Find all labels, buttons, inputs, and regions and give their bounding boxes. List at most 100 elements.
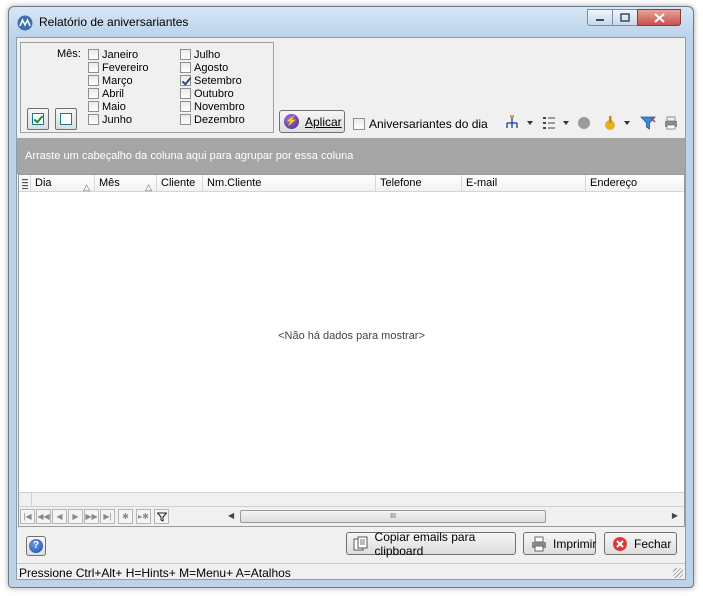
column-label: Nm.Cliente xyxy=(207,177,262,189)
horizontal-scrollbar[interactable]: ◀ III ▶ xyxy=(225,510,681,523)
month-checkbox-abril[interactable]: Abril xyxy=(88,87,124,100)
insert-record-icon[interactable]: ✱ xyxy=(118,509,133,524)
column-header-nm-cliente[interactable]: Nm.Cliente xyxy=(203,175,376,192)
last-page-icon[interactable]: ▶| xyxy=(100,509,115,524)
month-name: Fevereiro xyxy=(102,61,149,74)
month-name: Setembro xyxy=(194,74,242,87)
resize-grip-icon[interactable] xyxy=(673,568,683,578)
print-label: Imprimir xyxy=(553,536,597,551)
no-data-message: <Não há dados para mostrar> xyxy=(278,330,425,342)
checkbox[interactable] xyxy=(180,88,191,99)
column-chooser-button[interactable] xyxy=(19,175,31,192)
maximize-button[interactable] xyxy=(612,9,638,26)
grid-footer xyxy=(19,492,684,506)
tree-structure-icon xyxy=(506,115,518,128)
month-label: Mês: xyxy=(57,48,81,60)
close-button[interactable]: Fechar xyxy=(604,532,677,555)
month-name: Novembro xyxy=(194,100,245,113)
filter-icon[interactable] xyxy=(154,509,169,524)
month-checkbox-agosto[interactable]: Agosto xyxy=(180,61,228,74)
scroll-left-icon[interactable]: ◀ xyxy=(228,511,234,520)
month-name: Maio xyxy=(102,100,126,113)
funnel-icon xyxy=(156,512,167,522)
navigator-bar: |◀ ◀◀ ◀ ▶ ▶▶ ▶| ✱ ▸✱ ◀ III ▶ xyxy=(19,506,684,526)
close-window-button[interactable] xyxy=(637,9,681,26)
checkbox[interactable] xyxy=(88,62,99,73)
minimize-button[interactable] xyxy=(587,9,613,26)
next-page-icon[interactable]: ▶▶ xyxy=(84,509,99,524)
column-header-email[interactable]: E-mail xyxy=(462,175,586,192)
month-name: Julho xyxy=(194,48,221,61)
prev-record-icon[interactable]: ◀ xyxy=(52,509,67,524)
title-bar[interactable]: Relatório de aniversariantes xyxy=(9,7,693,37)
month-checkbox-marco[interactable]: Março xyxy=(88,74,133,87)
checkbox-checked[interactable] xyxy=(180,75,191,86)
checkbox[interactable] xyxy=(180,62,191,73)
status-bar: Pressione Ctrl+Alt+ H=Hints+ M=Menu+ A=A… xyxy=(17,563,685,580)
checkbox[interactable] xyxy=(88,114,99,125)
checkbox[interactable] xyxy=(180,114,191,125)
close-icon xyxy=(653,12,665,23)
group-by-panel[interactable]: Arraste um cabeçalho da coluna aqui para… xyxy=(17,138,685,174)
column-header-telefone[interactable]: Telefone xyxy=(376,175,462,192)
sort-triangle-icon: △ xyxy=(83,182,90,192)
filter-button[interactable] xyxy=(639,114,657,132)
append-record-icon[interactable]: ▸✱ xyxy=(136,509,151,524)
scrollbar-thumb[interactable]: III xyxy=(240,510,546,523)
chevron-down-icon[interactable] xyxy=(563,121,569,125)
scroll-right-icon[interactable]: ▶ xyxy=(672,511,678,520)
month-name: Dezembro xyxy=(194,113,245,126)
close-label: Fechar xyxy=(634,536,672,551)
data-grid[interactable]: Dia △ Mês △ Cliente Nm.Cliente Telefone E-… xyxy=(18,174,685,527)
group-tree-button[interactable] xyxy=(504,114,520,132)
month-checkbox-junho[interactable]: Junho xyxy=(88,113,132,126)
copy-emails-button[interactable]: Copiar emails para clipboard xyxy=(346,530,516,558)
checkbox[interactable] xyxy=(88,101,99,112)
month-checkbox-julho[interactable]: Julho xyxy=(180,48,220,61)
report-window: Relatório de aniversariantes Mês: Janeir… xyxy=(8,6,694,588)
circle-icon xyxy=(578,117,590,129)
month-checkbox-setembro[interactable]: Setembro xyxy=(180,74,242,87)
checkbox[interactable] xyxy=(88,75,99,86)
printer-icon xyxy=(530,536,548,552)
minimize-icon xyxy=(596,18,604,21)
select-all-button[interactable] xyxy=(27,108,49,130)
checkbox[interactable] xyxy=(88,88,99,99)
column-label: Dia xyxy=(35,177,52,189)
prev-page-icon[interactable]: ◀◀ xyxy=(36,509,51,524)
column-header-cliente[interactable]: Cliente xyxy=(157,175,203,192)
checkbox[interactable] xyxy=(88,49,99,60)
export-button[interactable] xyxy=(662,114,680,132)
checkbox[interactable] xyxy=(180,101,191,112)
deselect-all-button[interactable] xyxy=(55,108,77,130)
scroll-grip: III xyxy=(390,513,396,520)
month-checkbox-dezembro[interactable]: Dezembro xyxy=(180,113,245,126)
column-header-mes[interactable]: Mês △ xyxy=(95,175,157,192)
lightning-icon: ⚡ xyxy=(284,114,299,129)
chevron-down-icon[interactable] xyxy=(624,121,630,125)
first-page-icon[interactable]: |◀ xyxy=(20,509,35,524)
status-text: Pressione Ctrl+Alt+ H=Hints+ M=Menu+ A=A… xyxy=(19,566,291,580)
chevron-down-icon[interactable] xyxy=(527,121,533,125)
month-name: Abril xyxy=(102,87,125,100)
close-circle-icon xyxy=(611,536,629,552)
column-list-icon xyxy=(21,178,28,189)
record-button[interactable] xyxy=(576,114,592,132)
birthday-today-checkbox[interactable]: Aniversariantes do dia xyxy=(353,117,488,131)
month-checkbox-fevereiro[interactable]: Fevereiro xyxy=(88,61,148,74)
grid-header: Dia △ Mês △ Cliente Nm.Cliente Telefone E-… xyxy=(19,175,684,192)
list-options-button[interactable] xyxy=(541,114,557,132)
checkbox[interactable] xyxy=(353,118,365,130)
help-button[interactable]: ? xyxy=(26,536,46,556)
month-checkbox-outubro[interactable]: Outubro xyxy=(180,87,234,100)
month-checkbox-maio[interactable]: Maio xyxy=(88,100,126,113)
checkbox[interactable] xyxy=(180,49,191,60)
apply-button[interactable]: ⚡ Aplicar xyxy=(279,110,345,133)
next-record-icon[interactable]: ▶ xyxy=(68,509,83,524)
highlight-button[interactable] xyxy=(601,114,619,132)
month-checkbox-novembro[interactable]: Novembro xyxy=(180,100,245,113)
column-header-endereco[interactable]: Endereço xyxy=(586,175,684,192)
print-button[interactable]: Imprimir xyxy=(523,532,596,555)
month-checkbox-janeiro[interactable]: Janeiro xyxy=(88,48,138,61)
column-header-dia[interactable]: Dia △ xyxy=(31,175,95,192)
